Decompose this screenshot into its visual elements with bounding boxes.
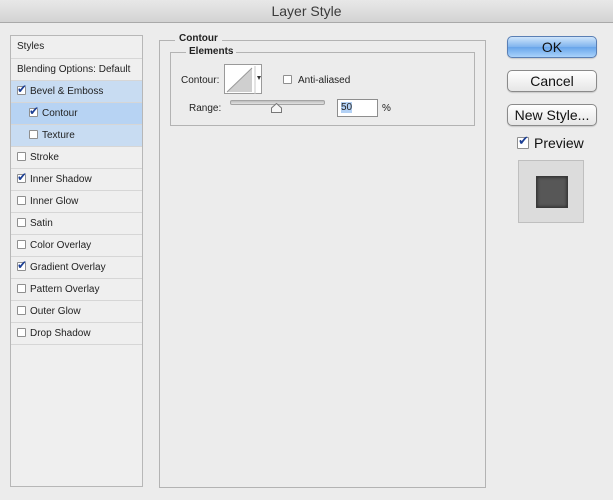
- satin-checkbox[interactable]: [17, 218, 26, 227]
- style-item-inner-shadow[interactable]: Inner Shadow: [11, 169, 142, 191]
- style-item-stroke[interactable]: Stroke: [11, 147, 142, 169]
- outer-glow-checkbox[interactable]: [17, 306, 26, 315]
- stroke-checkbox[interactable]: [17, 152, 26, 161]
- style-item-label: Bevel & Emboss: [30, 86, 104, 97]
- elements-group: [170, 52, 475, 126]
- cancel-button[interactable]: Cancel: [507, 70, 597, 92]
- anti-aliased-label: Anti-aliased: [298, 75, 351, 86]
- style-item-label: Color Overlay: [30, 240, 92, 251]
- style-item-pattern-overlay[interactable]: Pattern Overlay: [11, 279, 142, 301]
- drop-shadow-checkbox[interactable]: [17, 328, 26, 337]
- chevron-down-icon: [257, 76, 261, 80]
- ok-button[interactable]: OK: [507, 36, 597, 58]
- style-item-label: Stroke: [30, 152, 59, 163]
- preview-swatch: [536, 176, 568, 208]
- contour-picker[interactable]: [224, 64, 262, 94]
- style-item-label: Contour: [42, 108, 78, 119]
- styles-header[interactable]: Styles: [11, 36, 142, 59]
- preview-checkbox[interactable]: [517, 134, 529, 149]
- inner-shadow-checkbox[interactable]: [17, 170, 27, 184]
- style-item-label: Inner Glow: [30, 196, 79, 207]
- style-item-label: Outer Glow: [30, 306, 81, 317]
- contour-checkbox[interactable]: [29, 104, 39, 118]
- window-titlebar: Layer Style: [0, 0, 613, 23]
- styles-list: Styles Blending Options: Default Bevel &…: [10, 35, 143, 487]
- style-item-label: Satin: [30, 218, 53, 229]
- pattern-overlay-checkbox[interactable]: [17, 284, 26, 293]
- preview-label: Preview: [534, 135, 584, 151]
- style-item-label: Inner Shadow: [30, 174, 92, 185]
- style-item-gradient-overlay[interactable]: Gradient Overlay: [11, 257, 142, 279]
- preview-thumbnail: [518, 160, 584, 223]
- style-item-label: Gradient Overlay: [30, 262, 106, 273]
- window-title: Layer Style: [271, 3, 342, 19]
- range-value: 50: [341, 102, 353, 113]
- style-item-inner-glow[interactable]: Inner Glow: [11, 191, 142, 213]
- range-value-field[interactable]: 50: [337, 99, 378, 117]
- range-label: Range:: [189, 103, 222, 114]
- texture-checkbox[interactable]: [29, 130, 38, 139]
- blending-options-item[interactable]: Blending Options: Default: [11, 59, 142, 81]
- style-item-satin[interactable]: Satin: [11, 213, 142, 235]
- contour-curve-icon: [226, 66, 261, 94]
- style-item-outer-glow[interactable]: Outer Glow: [11, 301, 142, 323]
- style-item-drop-shadow[interactable]: Drop Shadow: [11, 323, 142, 345]
- style-item-label: Texture: [42, 130, 75, 141]
- style-item-label: Pattern Overlay: [30, 284, 100, 295]
- color-overlay-checkbox[interactable]: [17, 240, 26, 249]
- elements-group-title: Elements: [186, 46, 237, 57]
- style-item-contour[interactable]: Contour: [11, 103, 142, 125]
- style-item-label: Drop Shadow: [30, 328, 91, 339]
- new-style-button[interactable]: New Style...: [507, 104, 597, 126]
- range-slider-thumb[interactable]: [271, 103, 282, 113]
- style-item-bevel-emboss[interactable]: Bevel & Emboss: [11, 81, 142, 103]
- anti-aliased-checkbox[interactable]: [283, 75, 292, 84]
- gradient-overlay-checkbox[interactable]: [17, 258, 27, 272]
- style-item-texture[interactable]: Texture: [11, 125, 142, 147]
- inner-glow-checkbox[interactable]: [17, 196, 26, 205]
- panel-title: Contour: [175, 33, 222, 44]
- bevel-emboss-checkbox[interactable]: [17, 82, 27, 96]
- contour-label: Contour:: [181, 75, 220, 86]
- range-unit: %: [382, 103, 391, 114]
- style-item-color-overlay[interactable]: Color Overlay: [11, 235, 142, 257]
